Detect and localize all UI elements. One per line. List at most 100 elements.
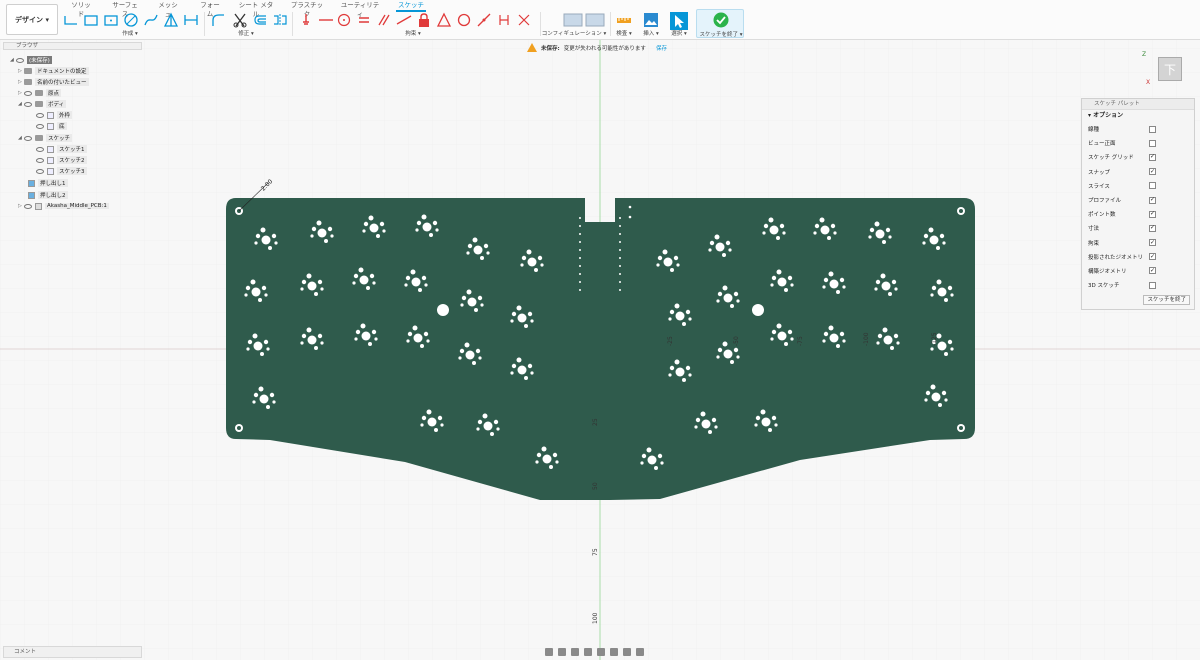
offset-icon[interactable] bbox=[252, 12, 268, 28]
tab-solid[interactable]: ソリッド bbox=[70, 1, 92, 18]
horizontal-vertical-icon[interactable] bbox=[496, 12, 512, 28]
palette-option-checkbox[interactable] bbox=[1149, 210, 1156, 218]
tab-sketch[interactable]: スケッチ bbox=[396, 1, 426, 12]
view-cube-face[interactable]: 下 bbox=[1158, 57, 1182, 81]
insert-image-icon[interactable] bbox=[643, 12, 659, 28]
sketch-canvas[interactable]: 2.00 25 50 75 100 -25 -50 -75 -100 -125 bbox=[0, 40, 1200, 660]
tab-utility[interactable]: ユーティリティ bbox=[340, 1, 380, 18]
mirror-icon[interactable] bbox=[272, 12, 288, 28]
browser-panel-header[interactable]: ブラウザ bbox=[3, 42, 142, 50]
palette-option-row[interactable]: スケッチ グリッド bbox=[1082, 150, 1194, 164]
palette-option-checkbox[interactable] bbox=[1149, 253, 1156, 261]
tree-item-origin[interactable]: ▷ 原点 bbox=[18, 88, 62, 98]
tree-item-bodies[interactable]: ◢ ボディ bbox=[18, 99, 67, 109]
pan-hand-icon[interactable] bbox=[571, 648, 579, 656]
palette-option-row[interactable]: スライス bbox=[1082, 179, 1194, 193]
fillet-icon[interactable] bbox=[210, 12, 226, 28]
polygon-tool-icon[interactable] bbox=[163, 12, 179, 28]
workspace-dropdown[interactable]: デザイン ▾ bbox=[6, 4, 58, 35]
create-group-label[interactable]: 作成 ▾ bbox=[110, 29, 150, 37]
collinear-icon[interactable] bbox=[318, 12, 334, 28]
tree-item-body-outer[interactable]: 外枠 bbox=[36, 110, 73, 120]
palette-option-checkbox[interactable] bbox=[1149, 182, 1156, 190]
view-cube[interactable]: 下 Z X bbox=[1142, 51, 1184, 86]
tree-item-sketches[interactable]: ◢ スケッチ bbox=[18, 133, 73, 143]
symmetry-icon[interactable] bbox=[456, 12, 472, 28]
visibility-eye-icon[interactable] bbox=[24, 90, 32, 96]
palette-option-checkbox[interactable] bbox=[1149, 168, 1156, 176]
spline-tool-icon[interactable] bbox=[143, 12, 159, 28]
center-rectangle-icon[interactable] bbox=[103, 12, 119, 28]
select-group-label[interactable]: 選択 ▾ bbox=[667, 29, 691, 37]
palette-options-header[interactable]: ▾ オプション bbox=[1082, 110, 1194, 122]
palette-option-row[interactable]: ビュー正面 bbox=[1082, 136, 1194, 150]
perpendicular-icon[interactable] bbox=[476, 12, 492, 28]
tree-item-extrude1[interactable]: 押し出し1 bbox=[28, 178, 68, 188]
palette-option-checkbox[interactable] bbox=[1149, 224, 1156, 232]
palette-option-row[interactable]: 寸法 bbox=[1082, 221, 1194, 235]
tree-item-doc-settings[interactable]: ▷ ドキュメントの設定 bbox=[18, 66, 89, 76]
finish-sketch-button[interactable]: スケッチを終了 ▾ bbox=[696, 9, 744, 38]
palette-option-row[interactable]: スナップ bbox=[1082, 165, 1194, 179]
slot-tool-icon[interactable] bbox=[183, 12, 199, 28]
visibility-eye-icon[interactable] bbox=[36, 146, 44, 152]
fix-lock-icon[interactable] bbox=[416, 12, 432, 28]
tab-sheet-metal[interactable]: シート メタル bbox=[238, 1, 274, 18]
tab-surface[interactable]: サーフェス bbox=[110, 1, 140, 18]
line-tool-icon[interactable] bbox=[63, 12, 79, 28]
visibility-eye-icon[interactable] bbox=[36, 168, 44, 174]
display-settings-icon[interactable] bbox=[610, 648, 618, 656]
insert-group-label[interactable]: 挿入 ▾ bbox=[640, 29, 662, 37]
tree-item-pcb[interactable]: ▷ Akasha_Middle_PCB:1 bbox=[18, 201, 109, 211]
palette-option-checkbox[interactable] bbox=[1149, 267, 1156, 275]
concentric-icon[interactable] bbox=[336, 12, 352, 28]
constraints-group-label[interactable]: 拘束 ▾ bbox=[395, 29, 431, 37]
palette-option-checkbox[interactable] bbox=[1149, 139, 1156, 147]
palette-option-row[interactable]: 拘束 bbox=[1082, 236, 1194, 250]
tree-item-sketch1[interactable]: スケッチ1 bbox=[36, 144, 87, 154]
viewports-icon[interactable] bbox=[636, 648, 644, 656]
tree-item-sketch2[interactable]: スケッチ2 bbox=[36, 155, 87, 165]
palette-option-row[interactable]: 投影されたジオメトリ bbox=[1082, 250, 1194, 264]
palette-option-row[interactable]: 構築ジオメトリ bbox=[1082, 264, 1194, 278]
tangent-icon[interactable] bbox=[396, 12, 412, 28]
configure-group-label[interactable]: コンフィギュレーション ▾ bbox=[541, 29, 607, 37]
select-cursor-icon[interactable] bbox=[670, 12, 688, 30]
palette-option-checkbox[interactable] bbox=[1149, 125, 1156, 133]
tab-mesh[interactable]: メッシュ bbox=[156, 1, 180, 18]
save-link[interactable]: 保存 bbox=[656, 44, 667, 52]
tree-item-named-views[interactable]: ▷ 名前の付いたビュー bbox=[18, 77, 89, 87]
coincident-icon[interactable] bbox=[298, 12, 314, 28]
orbit-icon[interactable] bbox=[545, 648, 553, 656]
tab-plastic[interactable]: プラスチック bbox=[290, 1, 324, 18]
visibility-eye-icon[interactable] bbox=[24, 101, 32, 107]
midpoint-icon[interactable] bbox=[436, 12, 452, 28]
circle-tool-icon[interactable] bbox=[123, 12, 139, 28]
palette-option-row[interactable]: ポイント数 bbox=[1082, 207, 1194, 221]
tree-item-root[interactable]: ◢ (未保存) bbox=[10, 55, 52, 65]
parallel-icon[interactable] bbox=[376, 12, 392, 28]
trim-icon[interactable] bbox=[232, 12, 248, 28]
modify-group-label[interactable]: 修正 ▾ bbox=[228, 29, 264, 37]
palette-option-checkbox[interactable] bbox=[1149, 281, 1156, 289]
palette-option-row[interactable]: 3D スケッチ bbox=[1082, 278, 1194, 292]
palette-title[interactable]: スケッチ パレット bbox=[1082, 99, 1194, 110]
palette-option-checkbox[interactable] bbox=[1149, 196, 1156, 204]
rectangle-tool-icon[interactable] bbox=[83, 12, 99, 28]
visibility-eye-icon[interactable] bbox=[36, 123, 44, 129]
palette-finish-sketch-button[interactable]: スケッチを終了 bbox=[1143, 295, 1190, 305]
grid-settings-icon[interactable] bbox=[623, 648, 631, 656]
measure-icon[interactable] bbox=[616, 12, 632, 28]
tree-item-extrude2[interactable]: 押し出し2 bbox=[28, 190, 68, 200]
palette-option-row[interactable]: プロファイル bbox=[1082, 193, 1194, 207]
tree-item-sketch3[interactable]: スケッチ3 bbox=[36, 166, 87, 176]
visibility-eye-icon[interactable] bbox=[16, 57, 24, 63]
visibility-eye-icon[interactable] bbox=[36, 157, 44, 163]
smooth-icon[interactable] bbox=[516, 12, 532, 28]
visibility-eye-icon[interactable] bbox=[36, 112, 44, 118]
configure-icon[interactable] bbox=[562, 12, 606, 28]
zoom-window-icon[interactable] bbox=[597, 648, 605, 656]
equal-icon[interactable] bbox=[356, 12, 372, 28]
inspect-group-label[interactable]: 検査 ▾ bbox=[612, 29, 636, 37]
tab-form[interactable]: フォーム bbox=[198, 1, 222, 18]
